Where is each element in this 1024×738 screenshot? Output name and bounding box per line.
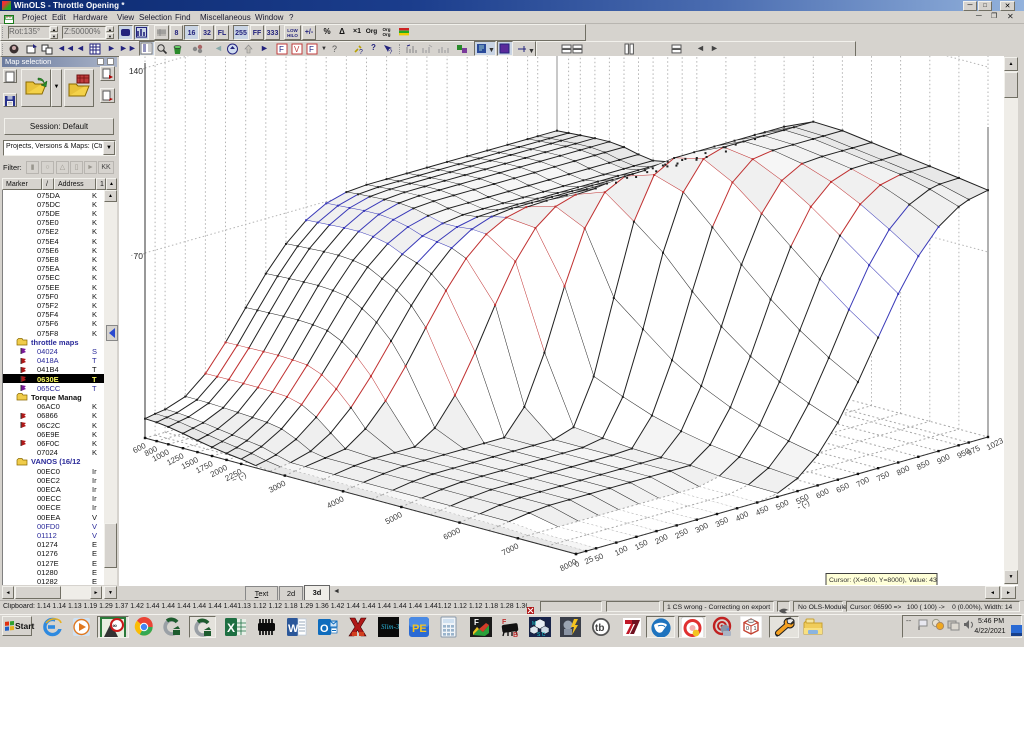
- svg-text:PE: PE: [412, 623, 427, 635]
- svg-text:1: 1: [754, 626, 757, 632]
- svg-text:0: 0: [746, 626, 749, 632]
- svg-text:140: 140: [129, 66, 143, 76]
- svg-text:▼: ▼: [488, 47, 495, 54]
- svg-text:X: X: [227, 621, 235, 635]
- svg-text:Slim-3: Slim-3: [381, 623, 399, 631]
- svg-text:▼: ▼: [528, 48, 535, 55]
- svg-text:F: F: [309, 45, 314, 54]
- svg-text:B: B: [513, 632, 518, 638]
- svg-text:F: F: [279, 45, 284, 54]
- svg-text:70: 70: [134, 251, 144, 261]
- svg-text:W: W: [288, 623, 299, 635]
- svg-text:V: V: [294, 45, 300, 54]
- svg-text:F: F: [474, 618, 479, 627]
- svg-text:tb: tb: [595, 623, 604, 634]
- svg-text:S C: S C: [537, 632, 546, 638]
- svg-text:O: O: [320, 623, 329, 635]
- svg-text:?: ?: [389, 50, 393, 55]
- svg-text:∞: ∞: [113, 624, 117, 630]
- svg-text:Cursor: (X=600, Y=8000), Value: Cursor: (X=600, Y=8000), Value: 43: [829, 577, 937, 584]
- svg-text:?: ?: [359, 49, 363, 55]
- svg-text:M: M: [532, 621, 536, 627]
